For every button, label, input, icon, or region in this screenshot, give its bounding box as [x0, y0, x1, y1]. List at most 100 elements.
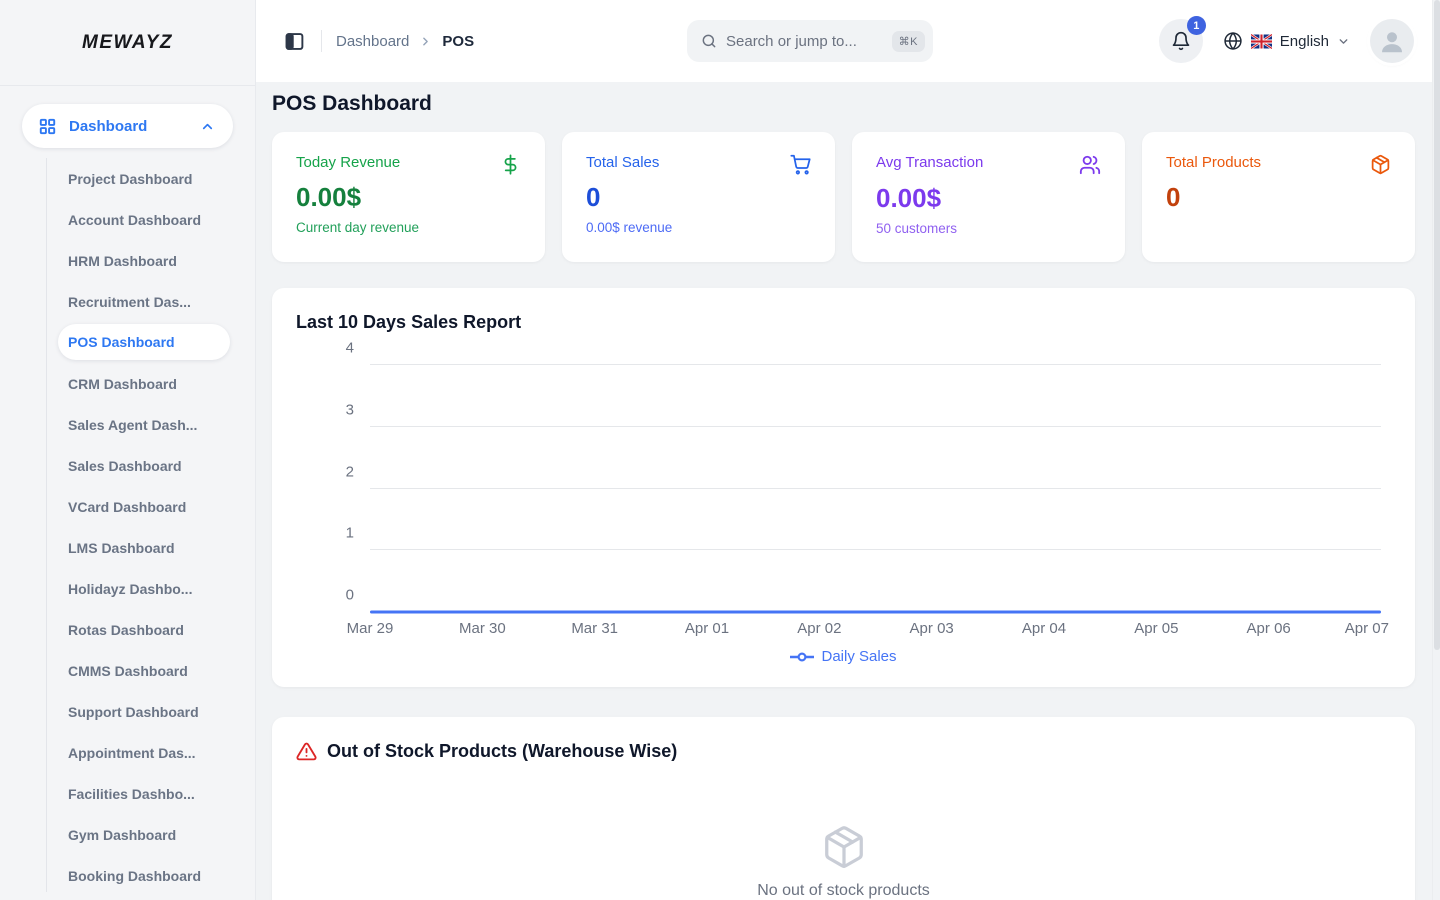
package-icon — [821, 824, 867, 870]
x-tick-label: Mar 29 — [347, 620, 394, 637]
chevron-down-icon — [1337, 35, 1350, 48]
language-label: English — [1280, 33, 1329, 50]
x-tick-label: Apr 03 — [910, 620, 954, 637]
sidebar-section-dashboard[interactable]: Dashboard — [22, 104, 233, 148]
sidebar-item-rotas-dashboard[interactable]: Rotas Dashboard — [0, 609, 255, 650]
dollar-icon — [500, 154, 521, 175]
stat-subtitle: 50 customers — [876, 221, 1101, 236]
sidebar-item-recruitment-das[interactable]: Recruitment Das... — [0, 281, 255, 322]
chart-legend[interactable]: Daily Sales — [296, 648, 1391, 665]
search-input[interactable] — [726, 33, 883, 50]
stat-label: Total Products — [1166, 154, 1261, 171]
sidebar-item-holidayz-dashbo[interactable]: Holidayz Dashbo... — [0, 568, 255, 609]
y-tick-label: 0 — [346, 587, 354, 604]
scrollbar-thumb[interactable] — [1434, 0, 1440, 650]
sidebar-section-label: Dashboard — [69, 118, 188, 135]
out-of-stock-title: Out of Stock Products (Warehouse Wise) — [327, 741, 677, 762]
sidebar-item-support-dashboard[interactable]: Support Dashboard — [0, 691, 255, 732]
stat-card-avg-transaction: Avg Transaction0.00$50 customers — [852, 132, 1125, 262]
breadcrumb-current: POS — [442, 33, 474, 50]
sidebar-item-facilities-dashbo[interactable]: Facilities Dashbo... — [0, 773, 255, 814]
gridline-y-2 — [370, 488, 1381, 489]
sidebar-item-lms-dashboard[interactable]: LMS Dashboard — [0, 527, 255, 568]
out-of-stock-card: Out of Stock Products (Warehouse Wise) N… — [272, 717, 1415, 900]
gridline-y-4 — [370, 364, 1381, 365]
sidebar-toggle-button[interactable] — [282, 29, 307, 54]
package-icon — [1370, 154, 1391, 175]
cart-icon — [790, 154, 811, 175]
x-tick-label: Apr 02 — [797, 620, 841, 637]
search-box[interactable]: ⌘K — [687, 20, 933, 62]
chevron-right-icon — [419, 35, 432, 48]
sales-report-card: Last 10 Days Sales Report 01234 Mar 29Ma… — [272, 288, 1415, 687]
gridline-y-1 — [370, 549, 1381, 550]
out-of-stock-empty-state: No out of stock products — [296, 824, 1391, 900]
page-content: POS Dashboard Today Revenue 0.00$ Current … — [256, 82, 1440, 900]
grid-icon — [38, 117, 57, 136]
stat-card-total-products: Total Products 0 — [1142, 132, 1415, 262]
notifications-button[interactable]: 1 — [1159, 19, 1203, 63]
x-tick-label: Mar 30 — [459, 620, 506, 637]
stat-label: Today Revenue — [296, 154, 400, 171]
stat-value: 0.00$ — [296, 182, 521, 213]
stat-label: Avg Transaction — [876, 154, 983, 171]
sidebar-item-cmms-dashboard[interactable]: CMMS Dashboard — [0, 650, 255, 691]
breadcrumb: Dashboard POS — [336, 33, 474, 50]
brand-logo: MEWAYZ — [82, 32, 173, 54]
sidebar-item-booking-dashboard[interactable]: Booking Dashboard — [0, 855, 255, 896]
stats-row: Today Revenue 0.00$ Current day revenue Tot… — [272, 132, 1415, 262]
sidebar-item-crm-dashboard[interactable]: CRM Dashboard — [0, 363, 255, 404]
sidebar-item-project-dashboard[interactable]: Project Dashboard — [0, 158, 255, 199]
chart-x-axis: Mar 29Mar 30Mar 31Apr 01Apr 02Apr 03Apr … — [370, 620, 1381, 642]
x-tick-label: Apr 06 — [1247, 620, 1291, 637]
stat-subtitle: 0.00$ revenue — [586, 220, 811, 235]
sidebar-item-sales-dashboard[interactable]: Sales Dashboard — [0, 445, 255, 486]
y-tick-label: 1 — [346, 525, 354, 542]
sidebar-item-hrm-dashboard[interactable]: HRM Dashboard — [0, 240, 255, 281]
sidebar-item-vcard-dashboard[interactable]: VCard Dashboard — [0, 486, 255, 527]
out-of-stock-empty-text: No out of stock products — [757, 882, 930, 900]
stat-subtitle: Current day revenue — [296, 220, 521, 235]
x-tick-label: Mar 31 — [571, 620, 618, 637]
y-tick-label: 2 — [346, 463, 354, 480]
x-tick-label: Apr 01 — [685, 620, 729, 637]
sidebar-item-pos-dashboard[interactable]: POS Dashboard — [58, 324, 230, 360]
brand-logo-wrap: MEWAYZ — [0, 0, 255, 86]
user-icon — [1377, 26, 1407, 56]
x-tick-label: Apr 04 — [1022, 620, 1066, 637]
sidebar-item-gym-dashboard[interactable]: Gym Dashboard — [0, 814, 255, 855]
sidebar-nav: Dashboard Project DashboardAccount Dashb… — [0, 86, 255, 900]
main-area: Dashboard POS ⌘K — [256, 0, 1440, 900]
page-title: POS Dashboard — [272, 92, 1415, 116]
bell-icon — [1171, 31, 1191, 51]
notifications-badge: 1 — [1187, 16, 1206, 35]
sidebar-submenu: Project DashboardAccount DashboardHRM Da… — [0, 158, 255, 896]
topbar: Dashboard POS ⌘K — [256, 0, 1440, 82]
language-selector[interactable]: English — [1223, 31, 1350, 51]
stat-card-total-sales: Total Sales 0 0.00$ revenue — [562, 132, 835, 262]
stat-card-today-revenue: Today Revenue 0.00$ Current day revenue — [272, 132, 545, 262]
stat-value: 0 — [586, 182, 811, 213]
sidebar: MEWAYZ Dashboard Project DashboardAccoun… — [0, 0, 256, 900]
search-shortcut-badge: ⌘K — [892, 31, 925, 52]
chevron-up-icon — [200, 119, 215, 134]
avatar[interactable] — [1370, 19, 1414, 63]
stat-value: 0 — [1166, 182, 1391, 213]
x-tick-label: Apr 05 — [1134, 620, 1178, 637]
y-tick-label: 3 — [346, 401, 354, 418]
uk-flag-icon — [1251, 34, 1272, 49]
sidebar-item-account-dashboard[interactable]: Account Dashboard — [0, 199, 255, 240]
series-line-daily-sales — [370, 611, 1381, 614]
alert-triangle-icon — [296, 741, 317, 762]
stat-label: Total Sales — [586, 154, 659, 171]
globe-icon — [1223, 31, 1243, 51]
sidebar-item-sales-agent-dash[interactable]: Sales Agent Dash... — [0, 404, 255, 445]
topbar-divider — [321, 30, 322, 52]
legend-label: Daily Sales — [821, 648, 896, 665]
sidebar-item-appointment-das[interactable]: Appointment Das... — [0, 732, 255, 773]
y-tick-label: 4 — [346, 340, 354, 357]
sales-chart: 01234 — [370, 365, 1381, 612]
breadcrumb-dashboard[interactable]: Dashboard — [336, 33, 409, 50]
x-tick-label: Apr 07 — [1345, 620, 1389, 637]
page-scrollbar[interactable] — [1432, 0, 1440, 900]
